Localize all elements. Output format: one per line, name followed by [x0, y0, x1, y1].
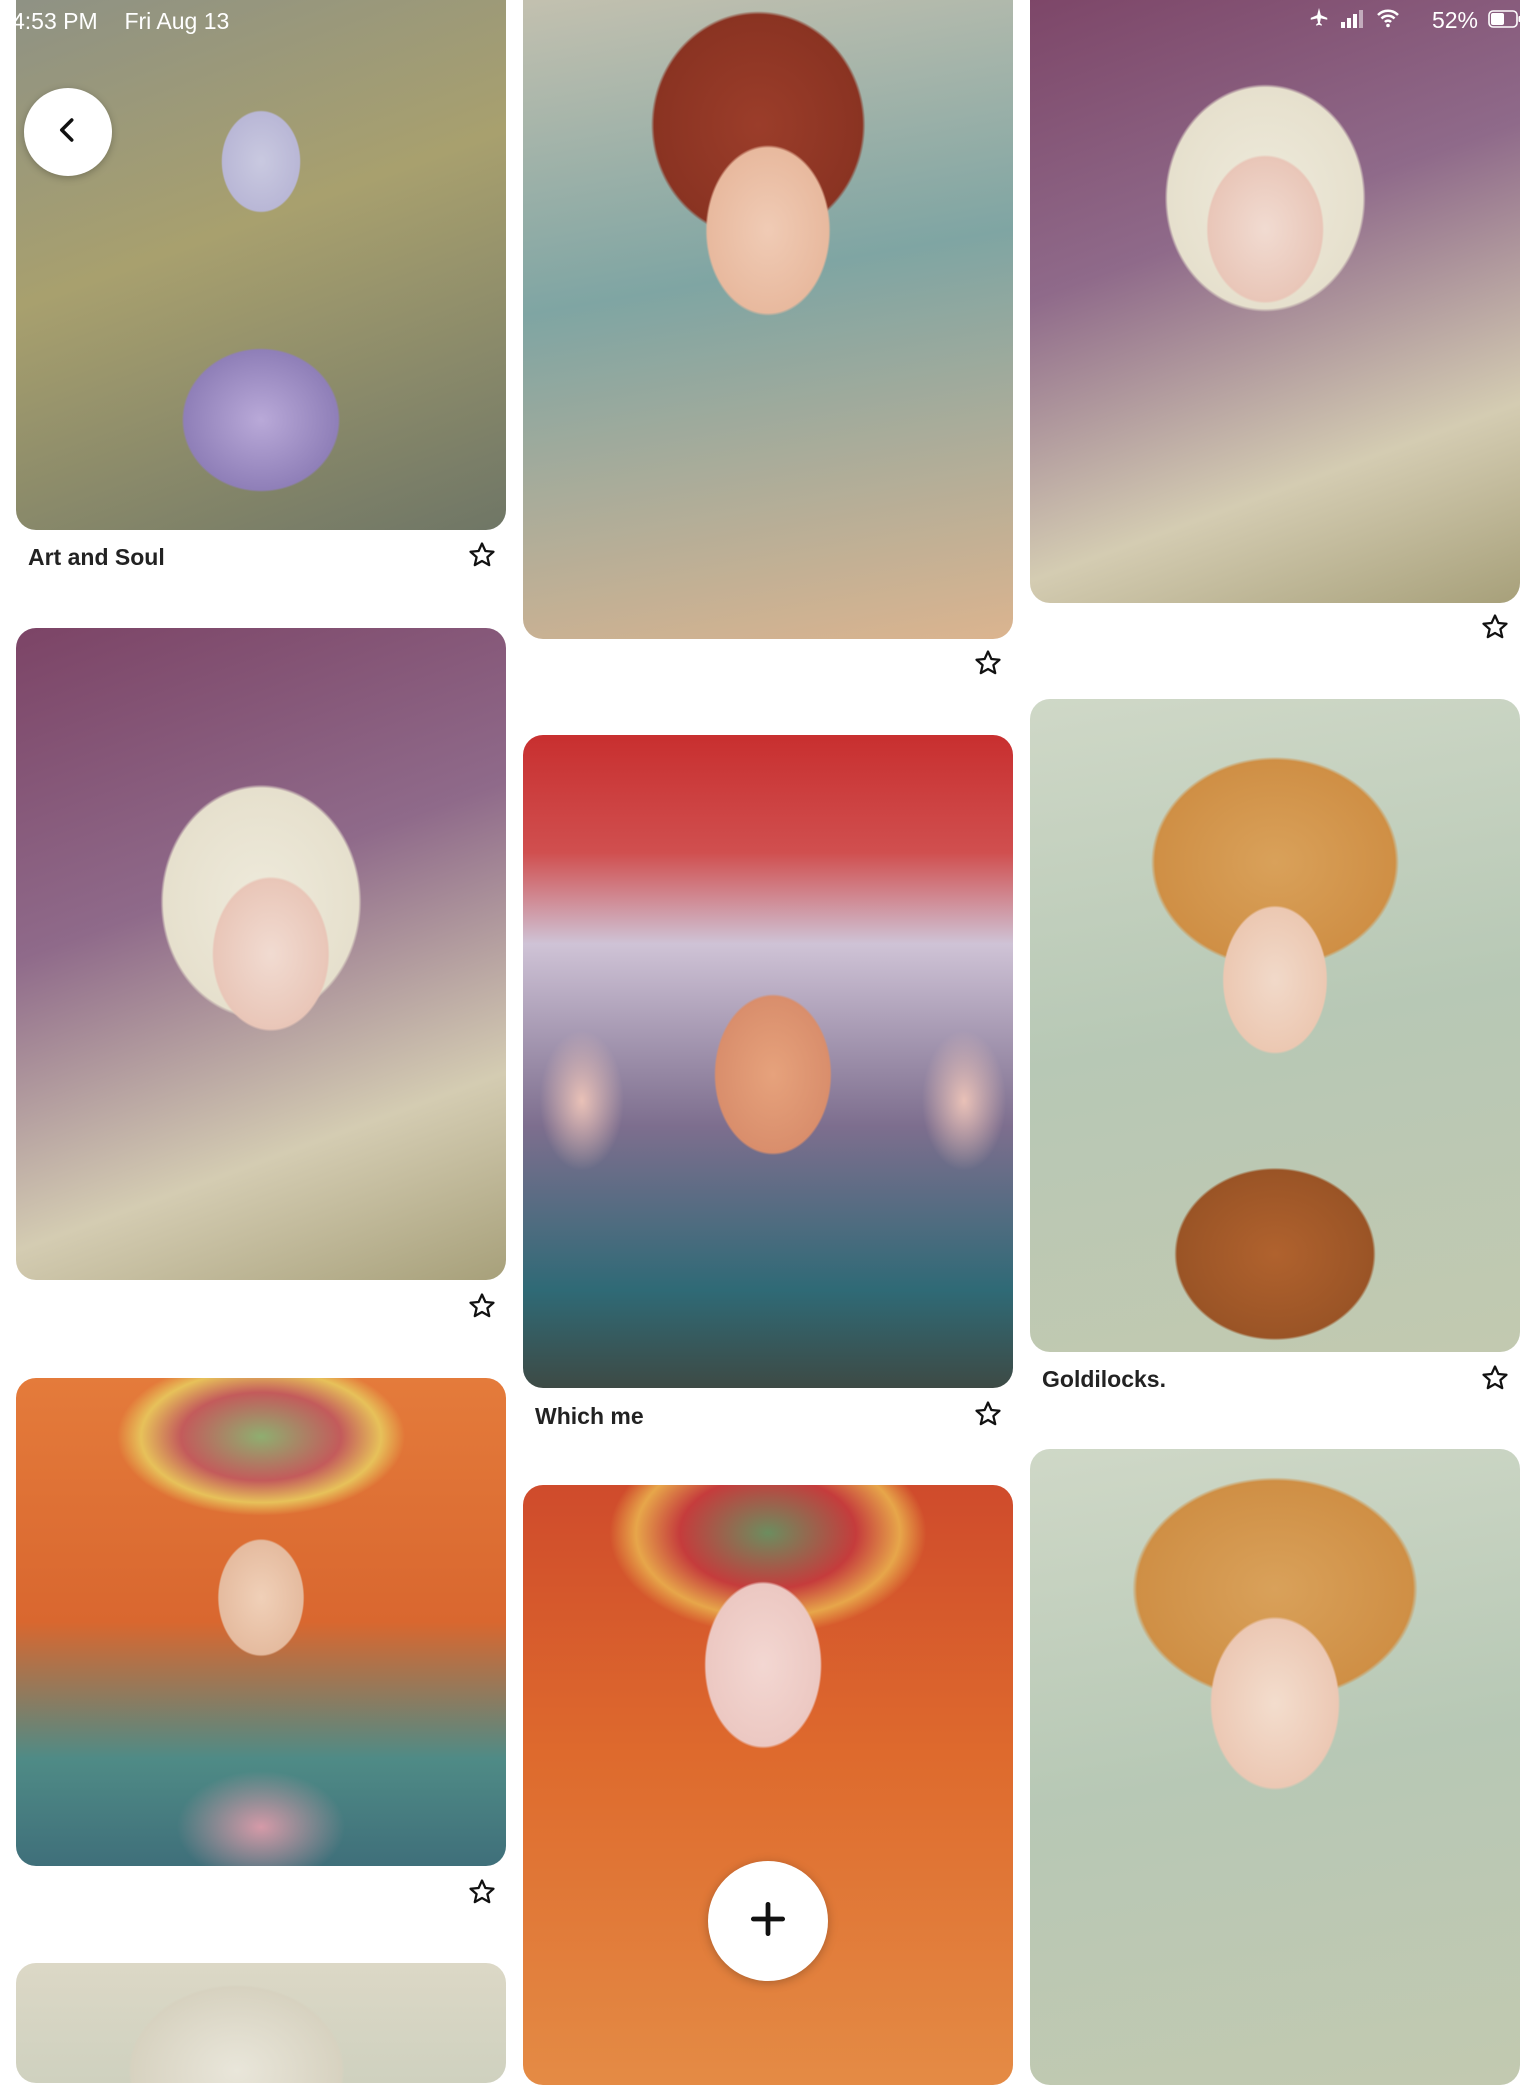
pin-image[interactable]: [1030, 1449, 1520, 2085]
pin-title[interactable]: Which me: [535, 1403, 644, 1430]
save-star-icon[interactable]: [467, 1291, 497, 1321]
chevron-left-icon: [53, 115, 83, 150]
save-star-icon[interactable]: [973, 648, 1003, 678]
pin-image[interactable]: [16, 1378, 506, 1866]
status-time-date: 4:53 PM Fri Aug 13: [12, 8, 229, 35]
battery-icon: [1488, 7, 1522, 34]
plus-icon: [746, 1897, 790, 1946]
status-time: 4:53 PM: [12, 8, 98, 34]
save-star-icon[interactable]: [467, 540, 497, 570]
pin-image[interactable]: [523, 0, 1013, 639]
cellular-signal-icon: [1340, 7, 1366, 34]
status-date: Fri Aug 13: [124, 8, 230, 34]
save-star-icon[interactable]: [973, 1399, 1003, 1429]
pin-title[interactable]: Goldilocks.: [1042, 1366, 1166, 1393]
save-star-icon[interactable]: [1480, 1363, 1510, 1393]
pin-image-goldilocks[interactable]: [1030, 699, 1520, 1352]
save-star-icon[interactable]: [1480, 612, 1510, 642]
status-bar: 4:53 PM Fri Aug 13 52%: [0, 0, 1536, 40]
pin-image[interactable]: [16, 628, 506, 1280]
pin-image-which-me[interactable]: [523, 735, 1013, 1388]
status-indicators: 52%: [1308, 6, 1522, 34]
pin-image-art-and-soul[interactable]: [16, 0, 506, 530]
add-button[interactable]: [708, 1861, 828, 1981]
pin-title[interactable]: Art and Soul: [28, 544, 165, 571]
save-star-icon[interactable]: [467, 1877, 497, 1907]
pin-image[interactable]: [523, 1485, 1013, 2085]
battery-percent: 52%: [1431, 6, 1478, 33]
wifi-icon: [1376, 7, 1400, 34]
pin-image[interactable]: [16, 1963, 506, 2083]
pin-image[interactable]: [1030, 0, 1520, 603]
back-button[interactable]: [24, 88, 112, 176]
airplane-icon: [1308, 6, 1330, 34]
